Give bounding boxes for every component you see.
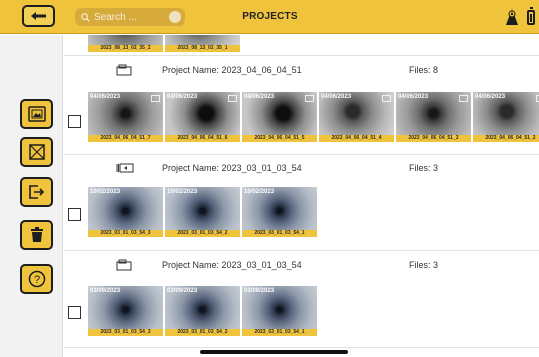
thumbnail[interactable]: 04/06/2023 2023_04_06_04_51_5 xyxy=(242,92,317,142)
import-photo-button[interactable] xyxy=(20,99,53,129)
thumbnail[interactable]: 03/09/2023 2023_03_01_03_54_3 xyxy=(88,286,163,336)
thumbnail-caption: 2023_04_06_04_51_2 xyxy=(473,135,539,142)
thumbnail[interactable]: 10/02/2023 2023_03_01_03_54_2 xyxy=(165,187,240,237)
clear-search-icon[interactable] xyxy=(169,11,181,23)
image-icon xyxy=(382,95,391,102)
search-icon xyxy=(81,12,90,22)
thumbnail-date: 03/09/2023 xyxy=(167,288,198,294)
export-button[interactable] xyxy=(20,177,53,207)
sidebar: ? xyxy=(0,35,63,357)
project-name: Project Name: 2023_04_06_04_51 xyxy=(162,65,302,75)
export-icon xyxy=(28,185,44,199)
thumbnail[interactable]: 04/06/2023 2023_04_06_04_51_6 xyxy=(165,92,240,142)
thumbnail-date: 04/06/2023 xyxy=(90,94,121,100)
top-bar: Search ... PROJECTS xyxy=(0,0,539,34)
thumbnail[interactable]: 04/06/2023 2023_04_06_04_51_2 xyxy=(473,92,539,142)
thumbnail[interactable]: 03/09/2023 2023_03_01_03_54_1 xyxy=(242,286,317,336)
project-checkbox[interactable] xyxy=(68,115,81,128)
image-icon xyxy=(228,95,237,102)
image-icon xyxy=(459,95,468,102)
thumbnail-caption: 2023_03_01_03_54_3 xyxy=(88,329,163,336)
project-checkbox[interactable] xyxy=(68,306,81,319)
divider xyxy=(64,347,539,348)
thumbnail-image xyxy=(88,35,163,45)
app-window: Search ... PROJECTS ? 2023_08_13_02_35_2… xyxy=(0,0,539,357)
photo-import-icon xyxy=(27,106,46,122)
select-all-button[interactable] xyxy=(20,137,53,167)
thumbnail-date: 04/06/2023 xyxy=(475,94,506,100)
thumbnail-caption: 2023_03_01_03_54_3 xyxy=(88,230,163,237)
help-glyph: ? xyxy=(33,274,39,286)
thumbnail-image xyxy=(165,35,240,45)
thumbnail[interactable]: 10/02/2023 2023_03_01_03_54_3 xyxy=(88,187,163,237)
divider xyxy=(64,55,539,56)
project-file-count: Files: 3 xyxy=(409,260,439,270)
thumbnail-caption: 2023_08_13_02_35_1 xyxy=(165,45,240,52)
project-name: Project Name: 2023_03_01_03_54 xyxy=(162,163,302,173)
back-button[interactable] xyxy=(22,5,55,27)
thumbnail[interactable]: 2023_08_13_02_35_1 xyxy=(165,35,240,52)
thumbnail-caption: 2023_08_13_02_35_2 xyxy=(88,45,163,52)
image-icon xyxy=(151,95,160,102)
thumbnail-caption: 2023_03_01_03_54_2 xyxy=(165,230,240,237)
thumbnail-date: 10/02/2023 xyxy=(244,189,275,195)
page-title: PROJECTS xyxy=(242,11,298,22)
thumbnail-caption: 2023_04_06_04_51_5 xyxy=(242,135,317,142)
back-arrow-icon xyxy=(30,12,46,20)
thumbnail-date: 04/06/2023 xyxy=(321,94,352,100)
home-indicator xyxy=(200,350,348,354)
project-header: Project Name: 2023_04_06_04_51 Files: 8 xyxy=(64,62,539,80)
thumbnail-date: 03/09/2023 xyxy=(90,288,121,294)
project-header: Project Name: 2023_03_01_03_54 Files: 3 xyxy=(64,160,539,178)
thumbnail-date: 04/06/2023 xyxy=(167,94,198,100)
search-placeholder: Search ... xyxy=(94,11,137,23)
thumbnail[interactable]: 10/02/2023 2023_03_01_03_54_1 xyxy=(242,187,317,237)
thumbnail[interactable]: 03/09/2023 2023_03_01_03_54_2 xyxy=(165,286,240,336)
thumbnail-date: 04/06/2023 xyxy=(244,94,275,100)
thumbnail-caption: 2023_03_01_03_54_2 xyxy=(165,329,240,336)
project-file-count: Files: 8 xyxy=(409,65,439,75)
thumbnail-caption: 2023_03_01_03_54_1 xyxy=(242,329,317,336)
select-square-icon xyxy=(28,144,45,160)
image-icon xyxy=(305,95,314,102)
thumbnail-caption: 2023_04_06_04_51_7 xyxy=(88,135,163,142)
divider xyxy=(64,250,539,251)
project-list[interactable]: 2023_08_13_02_35_2 2023_08_13_02_35_1 Pr… xyxy=(64,35,539,357)
project-header: Project Name: 2023_03_01_03_54 Files: 3 xyxy=(64,257,539,275)
thumbnail-caption: 2023_04_06_04_51_3 xyxy=(396,135,471,142)
project-video-icon xyxy=(116,163,134,173)
thumbnail-date: 03/09/2023 xyxy=(244,288,275,294)
camera-icon[interactable] xyxy=(505,8,519,26)
search-input[interactable]: Search ... xyxy=(75,8,185,26)
project-checkbox[interactable] xyxy=(68,208,81,221)
thumbnail-date: 10/02/2023 xyxy=(167,189,198,195)
delete-button[interactable] xyxy=(20,220,53,250)
trash-icon xyxy=(30,227,43,242)
thumbnail-caption: 2023_04_06_04_51_4 xyxy=(319,135,394,142)
help-button[interactable]: ? xyxy=(20,264,53,294)
project-file-count: Files: 3 xyxy=(409,163,439,173)
thumbnail[interactable]: 04/06/2023 2023_04_06_04_51_3 xyxy=(396,92,471,142)
thumbnail-caption: 2023_03_01_03_54_1 xyxy=(242,230,317,237)
thumbnail-date: 10/02/2023 xyxy=(90,189,121,195)
project-folder-icon xyxy=(116,64,132,76)
battery-icon xyxy=(527,7,535,25)
thumbnail-date: 04/06/2023 xyxy=(398,94,429,100)
thumbnail[interactable]: 04/06/2023 2023_04_06_04_51_4 xyxy=(319,92,394,142)
divider xyxy=(64,154,539,155)
thumbnail[interactable]: 04/06/2023 2023_04_06_04_51_7 xyxy=(88,92,163,142)
project-folder-icon xyxy=(116,259,132,271)
project-name: Project Name: 2023_03_01_03_54 xyxy=(162,260,302,270)
help-icon: ? xyxy=(28,270,45,288)
thumbnail[interactable]: 2023_08_13_02_35_2 xyxy=(88,35,163,52)
thumbnail-caption: 2023_04_06_04_51_6 xyxy=(165,135,240,142)
